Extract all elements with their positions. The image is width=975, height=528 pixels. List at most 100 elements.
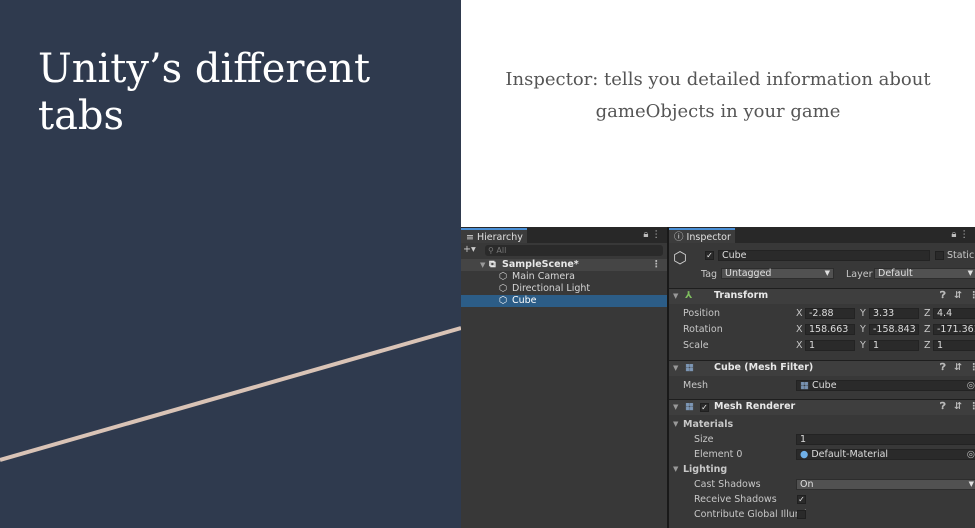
- more-menu-icon[interactable]: ⋮: [960, 229, 970, 240]
- hierarchy-item-directional-light[interactable]: ⬡ Directional Light: [461, 283, 667, 295]
- cast-shadows-row: Cast Shadows On ▼: [669, 479, 975, 492]
- layer-dropdown[interactable]: Default ▼: [874, 268, 975, 279]
- help-icon[interactable]: ❓︎: [940, 361, 946, 375]
- collapse-triangle-icon[interactable]: ▼: [673, 420, 678, 428]
- scale-y-field[interactable]: 1: [869, 340, 919, 351]
- mesh-object-field[interactable]: ▦ Cube ◎: [796, 380, 975, 391]
- scale-y-value: 1: [873, 340, 880, 351]
- hierarchy-search-input[interactable]: ⚲ All: [485, 245, 663, 256]
- help-icon[interactable]: ❓︎: [940, 289, 946, 303]
- hierarchy-item-main-camera[interactable]: ⬡ Main Camera: [461, 271, 667, 283]
- tag-dropdown[interactable]: Untagged ▼: [721, 268, 834, 279]
- chevron-down-icon: ▼: [968, 480, 974, 488]
- preset-icon[interactable]: ⇵: [954, 289, 962, 303]
- unity-editor-screenshot: ≡ Hierarchy 🔒︎ ⋮ +▾ ⚲ All ▼ ⧉ SampleScen…: [461, 227, 975, 528]
- mesh-renderer-enabled-checkbox[interactable]: ✓: [700, 403, 709, 412]
- scene-name: SampleScene*: [502, 259, 579, 270]
- mesh-renderer-header[interactable]: ▼ ▦ ✓ Mesh Renderer ❓︎ ⇵ ⋮: [669, 399, 975, 415]
- position-x-field[interactable]: -2.88: [805, 308, 855, 319]
- object-name-field[interactable]: Cube: [718, 250, 930, 261]
- inspector-panel: ⓘ Inspector 🔒︎ ⋮ ⬡ ✓ Cube Static Tag Unt…: [669, 227, 975, 528]
- materials-label: Materials: [683, 419, 734, 430]
- mesh-filter-title: Cube (Mesh Filter): [714, 362, 814, 373]
- mesh-label: Mesh: [683, 380, 709, 391]
- mesh-row: Mesh ▦ Cube ◎: [669, 380, 975, 393]
- object-name-value: Cube: [722, 250, 747, 261]
- mesh-grid-icon: ▦: [800, 380, 809, 391]
- hierarchy-tabbar: ≡ Hierarchy 🔒︎ ⋮: [461, 227, 667, 243]
- z-axis-label: Z: [924, 340, 931, 351]
- collapse-triangle-icon[interactable]: ▼: [673, 361, 678, 375]
- position-row: Position X -2.88 Y 3.33 Z 4.4: [669, 308, 975, 321]
- receive-shadows-checkbox[interactable]: ✓: [797, 495, 806, 504]
- collapse-triangle-icon[interactable]: ▼: [673, 289, 678, 303]
- hierarchy-item-label: Main Camera: [512, 271, 575, 282]
- materials-foldout[interactable]: ▼ Materials: [669, 419, 975, 432]
- inspector-tabbar: ⓘ Inspector 🔒︎ ⋮: [669, 227, 975, 243]
- tag-value: Untagged: [725, 268, 772, 279]
- z-axis-label: Z: [924, 308, 931, 319]
- gameobject-cube-icon: ⬡: [499, 283, 508, 294]
- z-axis-label: Z: [924, 324, 931, 335]
- contribute-gi-checkbox[interactable]: [797, 510, 806, 519]
- scale-z-field[interactable]: 1: [933, 340, 975, 351]
- help-icon[interactable]: ❓︎: [940, 400, 946, 414]
- lighting-label: Lighting: [683, 464, 728, 475]
- cast-shadows-value: On: [800, 479, 814, 490]
- hierarchy-panel: ≡ Hierarchy 🔒︎ ⋮ +▾ ⚲ All ▼ ⧉ SampleScen…: [461, 227, 667, 528]
- static-checkbox[interactable]: [935, 251, 944, 260]
- layer-value: Default: [878, 268, 913, 279]
- lighting-foldout[interactable]: ▼ Lighting: [669, 464, 975, 477]
- mesh-filter-header[interactable]: ▼ ▦ Cube (Mesh Filter) ❓︎ ⇵ ⋮: [669, 360, 975, 376]
- material-object-field[interactable]: ● Default-Material ◎: [796, 449, 975, 460]
- preset-icon[interactable]: ⇵: [954, 400, 962, 414]
- collapse-triangle-icon[interactable]: ▼: [673, 465, 678, 473]
- rotation-y-field[interactable]: -158.843: [869, 324, 919, 335]
- search-icon: ⚲: [488, 246, 494, 255]
- lock-icon[interactable]: 🔒︎: [643, 229, 648, 240]
- component-menu-icon[interactable]: ⋮: [969, 400, 975, 414]
- mesh-grid-icon: ▦: [685, 362, 694, 373]
- rotation-label: Rotation: [683, 324, 723, 335]
- rotation-y-value: -158.843: [873, 324, 916, 335]
- object-picker-icon[interactable]: ◎: [967, 450, 975, 460]
- scene-menu-icon[interactable]: ⋮: [652, 259, 662, 271]
- lock-icon[interactable]: 🔒︎: [951, 229, 956, 240]
- position-z-value: 4.4: [937, 308, 953, 319]
- expand-triangle-icon[interactable]: ▼: [480, 259, 485, 271]
- material-sphere-icon: ●: [800, 449, 809, 460]
- tab-inspector[interactable]: ⓘ Inspector: [669, 228, 735, 243]
- size-field[interactable]: 1: [796, 434, 975, 445]
- rotation-x-value: 158.663: [809, 324, 849, 335]
- unity-scene-icon: ⧉: [489, 259, 496, 270]
- position-y-field[interactable]: 3.33: [869, 308, 919, 319]
- transform-title: Transform: [714, 290, 769, 301]
- hierarchy-item-cube[interactable]: ⬡ Cube: [461, 295, 667, 307]
- mesh-renderer-icon: ▦: [685, 401, 694, 412]
- position-z-field[interactable]: 4.4: [933, 308, 975, 319]
- x-axis-label: X: [796, 308, 803, 319]
- active-checkbox[interactable]: ✓: [705, 251, 714, 260]
- cast-shadows-dropdown[interactable]: On ▼: [796, 479, 975, 490]
- preset-icon[interactable]: ⇵: [954, 361, 962, 375]
- hierarchy-search-placeholder: All: [496, 246, 507, 255]
- hierarchy-tab-label: Hierarchy: [477, 232, 523, 243]
- component-menu-icon[interactable]: ⋮: [969, 289, 975, 303]
- object-picker-icon[interactable]: ◎: [967, 381, 975, 391]
- rotation-z-field[interactable]: -171.361: [933, 324, 975, 335]
- add-icon[interactable]: +▾: [463, 244, 476, 255]
- tab-hierarchy[interactable]: ≡ Hierarchy: [461, 228, 527, 243]
- collapse-triangle-icon[interactable]: ▼: [673, 400, 678, 414]
- material-value: Default-Material: [811, 449, 889, 460]
- scale-x-value: 1: [809, 340, 816, 351]
- hierarchy-scene-row[interactable]: ▼ ⧉ SampleScene* ⋮: [461, 259, 667, 271]
- transform-header[interactable]: ▼ ⅄ Transform ❓︎ ⇵ ⋮: [669, 288, 975, 304]
- component-menu-icon[interactable]: ⋮: [969, 361, 975, 375]
- gameobject-cube-icon: ⬡: [499, 271, 508, 282]
- rotation-x-field[interactable]: 158.663: [805, 324, 855, 335]
- scale-x-field[interactable]: 1: [805, 340, 855, 351]
- slide-left-panel: Unity’s different tabs: [0, 0, 461, 528]
- y-axis-label: Y: [860, 308, 866, 319]
- x-axis-label: X: [796, 340, 803, 351]
- more-menu-icon[interactable]: ⋮: [652, 229, 662, 240]
